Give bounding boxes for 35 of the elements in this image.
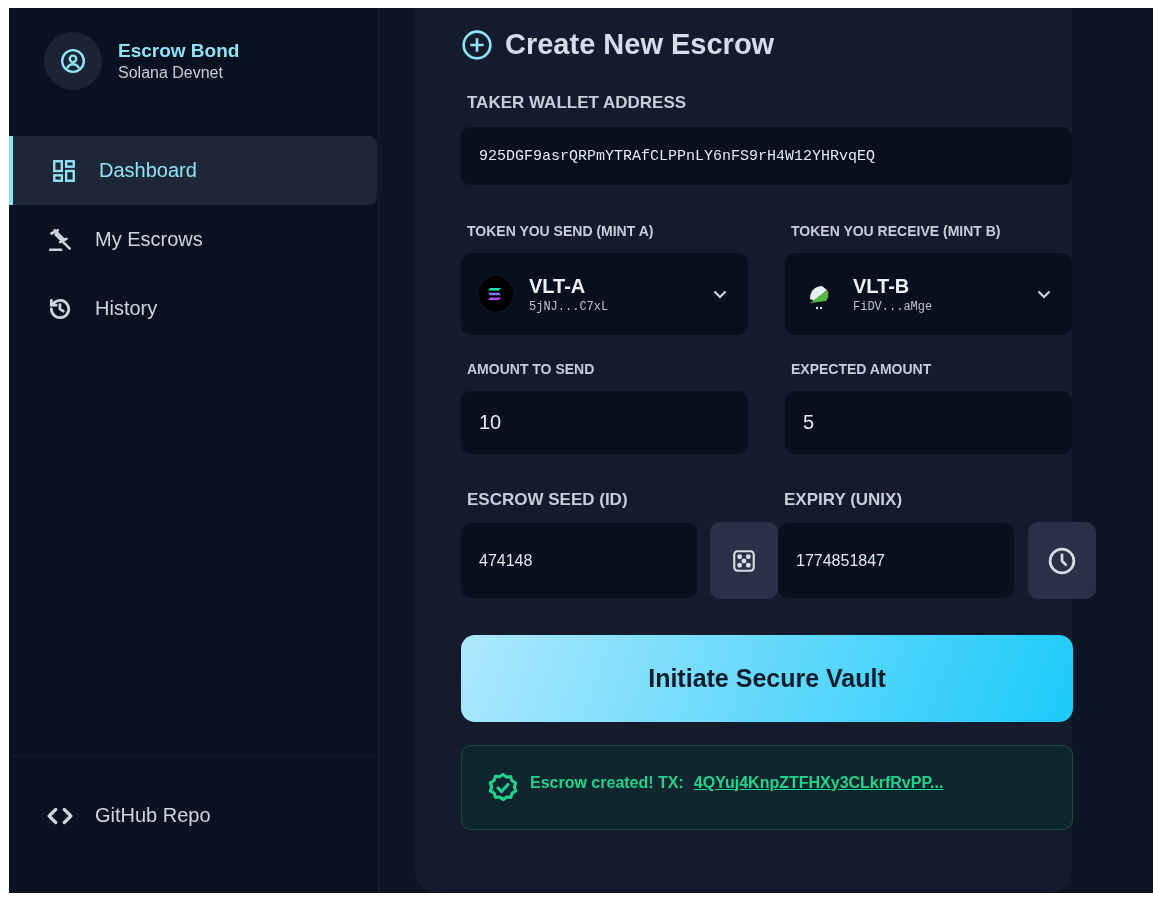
github-link[interactable]: GitHub Repo (9, 781, 377, 850)
field-label: TOKEN YOU SEND (MINT A) (467, 223, 655, 239)
network-label: Solana Devnet (118, 64, 224, 82)
transaction-link[interactable]: 4QYuj4KnpZTFHXy3CLkrfRvPP... (693, 773, 944, 792)
nav-item[interactable]: My Escrows (9, 205, 377, 274)
field-label: EXPIRY (UNIX) (784, 490, 904, 510)
random-seed-button[interactable] (710, 522, 778, 599)
input-field[interactable]: 1774851847 (778, 523, 1014, 598)
input-field[interactable]: 474148 (461, 523, 697, 598)
field-label: TAKER WALLET ADDRESS (467, 93, 688, 113)
token-logo-icon (479, 277, 513, 311)
status-message: Escrow created! TX: (530, 773, 684, 792)
input-field[interactable]: 925DGF9asrQRPmYTRAfCLPPnLY6nFS9rH4W12YHRvqEQ (461, 127, 1072, 185)
mint-address: FiDV...aMge (853, 299, 934, 314)
submit-button[interactable]: Initiate Secure Vault (461, 635, 1073, 722)
input-field[interactable]: 5 (785, 391, 1072, 454)
token-symbol: VLT-A (529, 274, 587, 298)
brand-title: Escrow Bond (118, 40, 240, 62)
set-expiry-button[interactable] (1028, 522, 1096, 599)
token-symbol: VLT-B (853, 274, 911, 298)
nav-item[interactable]: Dashboard (9, 136, 377, 205)
field-label: TOKEN YOU RECEIVE (MINT B) (791, 223, 1002, 239)
dashboard-icon (51, 157, 77, 184)
input-field[interactable]: 10 (461, 391, 748, 454)
field-label: ESCROW SEED (ID) (467, 490, 629, 510)
dice-icon (731, 547, 757, 574)
mint-address: 5jNJ...C7xL (529, 299, 610, 314)
field-label: AMOUNT TO SEND (467, 361, 596, 377)
field-label: EXPECTED AMOUNT (791, 361, 933, 377)
plus-circle-icon (461, 28, 493, 61)
clock-icon (1047, 545, 1077, 576)
token-select[interactable]: VLT-B FiDV...aMge (785, 253, 1072, 335)
form-title: Create New Escrow (505, 28, 775, 61)
token-select[interactable]: VLT-A 5jNJ...C7xL (461, 253, 748, 335)
nav-item[interactable]: History (9, 274, 377, 343)
